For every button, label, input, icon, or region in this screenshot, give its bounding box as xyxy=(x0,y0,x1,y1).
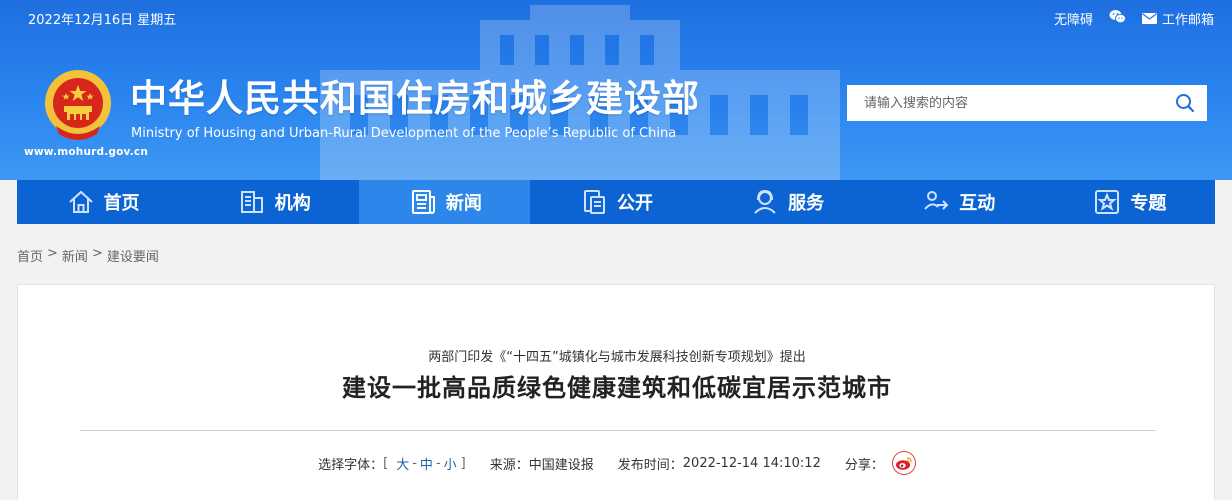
breadcrumb-home[interactable]: 首页 xyxy=(17,246,43,265)
bracket-close: ] xyxy=(460,455,466,471)
breadcrumb-separator: > xyxy=(91,246,103,261)
document-icon xyxy=(583,190,605,214)
font-size-selector: 选择字体： [ 大 - 中 - 小 ] xyxy=(318,454,466,473)
nav-item-interact[interactable]: 互动 xyxy=(873,180,1044,224)
nav-item-label: 首页 xyxy=(103,193,140,214)
top-links: 无障碍 工作邮箱 xyxy=(1054,9,1214,28)
article-pre-title: 两部门印发《“十四五”城镇化与城市发展科技创新专项规划》提出 xyxy=(428,350,806,365)
font-size-large[interactable]: 大 xyxy=(396,454,409,473)
article-meta: 选择字体： [ 大 - 中 - 小 ] 来源： 中国建设报 发布时间： 2022… xyxy=(18,451,1216,475)
national-emblem-icon[interactable] xyxy=(42,68,114,142)
service-icon xyxy=(754,189,776,214)
interact-icon xyxy=(924,191,949,210)
font-size-dash: - xyxy=(435,455,441,471)
nav-item-organization[interactable]: 机构 xyxy=(188,180,359,224)
star-icon xyxy=(1095,190,1120,214)
current-date: 2022年12月16日 星期五 xyxy=(28,13,177,28)
article-time: 发布时间： 2022-12-14 14:10:12 xyxy=(618,454,821,473)
main-nav: 首页 机构 新闻 公开 服务 互动 专题 xyxy=(17,180,1215,224)
breadcrumb: 首页 > 新闻 > 建设要闻 xyxy=(17,246,159,265)
work-mail-label: 工作邮箱 xyxy=(1161,13,1214,28)
nav-item-public[interactable]: 公开 xyxy=(530,180,701,224)
wechat-icon[interactable] xyxy=(1109,9,1126,28)
work-mail-link[interactable]: 工作邮箱 xyxy=(1141,9,1214,28)
nav-item-label: 机构 xyxy=(274,193,311,214)
home-icon xyxy=(68,190,93,213)
nav-item-special[interactable]: 专题 xyxy=(1044,180,1215,224)
article-share: 分享： xyxy=(845,451,916,475)
breadcrumb-news[interactable]: 新闻 xyxy=(62,246,88,265)
font-size-label: 选择字体： xyxy=(318,457,384,473)
nav-item-label: 公开 xyxy=(616,193,653,214)
source-value: 中国建设报 xyxy=(528,457,594,473)
search-box xyxy=(847,85,1207,121)
nav-item-news[interactable]: 新闻 xyxy=(359,180,531,224)
nav-item-label: 服务 xyxy=(788,193,825,214)
font-size-small[interactable]: 小 xyxy=(444,454,457,473)
bracket-open: [ xyxy=(383,455,389,471)
search-icon xyxy=(1176,94,1195,113)
building-icon xyxy=(240,191,263,213)
mail-icon xyxy=(1141,13,1157,24)
font-size-dash: - xyxy=(412,455,417,471)
nav-item-home[interactable]: 首页 xyxy=(17,180,188,224)
nav-item-label: 新闻 xyxy=(445,193,482,214)
article-title: 建设一批高品质绿色健康建筑和低碳宜居示范城市 xyxy=(342,374,892,402)
font-size-medium[interactable]: 中 xyxy=(420,454,433,473)
share-label: 分享： xyxy=(844,457,884,473)
nav-item-service[interactable]: 服务 xyxy=(702,180,873,224)
weibo-icon[interactable] xyxy=(891,451,916,475)
site-url: www.mohurd.gov.cn xyxy=(24,146,149,158)
site-subtitle: Ministry of Housing and Urban-Rural Deve… xyxy=(131,126,677,141)
search-button[interactable] xyxy=(1163,85,1207,121)
site-title[interactable]: 中华人民共和国住房和城乡建设部 xyxy=(130,76,700,122)
breadcrumb-separator: > xyxy=(47,246,58,261)
article-card: 两部门印发《“十四五”城镇化与城市发展科技创新专项规划》提出 建设一批高品质绿色… xyxy=(17,284,1215,500)
nav-item-label: 专题 xyxy=(1130,193,1167,214)
breadcrumb-construction-news[interactable]: 建设要闻 xyxy=(107,246,159,265)
newspaper-icon xyxy=(411,190,435,214)
article-source: 来源： 中国建设报 xyxy=(490,454,594,473)
title-divider xyxy=(80,430,1156,431)
search-input[interactable] xyxy=(847,85,1163,121)
site-header: 2022年12月16日 星期五 无障碍 工作邮箱 www.mohurd.gov.… xyxy=(0,0,1232,180)
nav-item-label: 互动 xyxy=(959,193,996,214)
accessibility-link[interactable]: 无障碍 xyxy=(1054,9,1093,28)
time-value: 2022-12-14 14:10:12 xyxy=(682,455,821,471)
source-label: 来源： xyxy=(489,457,529,473)
time-label: 发布时间： xyxy=(617,457,683,473)
